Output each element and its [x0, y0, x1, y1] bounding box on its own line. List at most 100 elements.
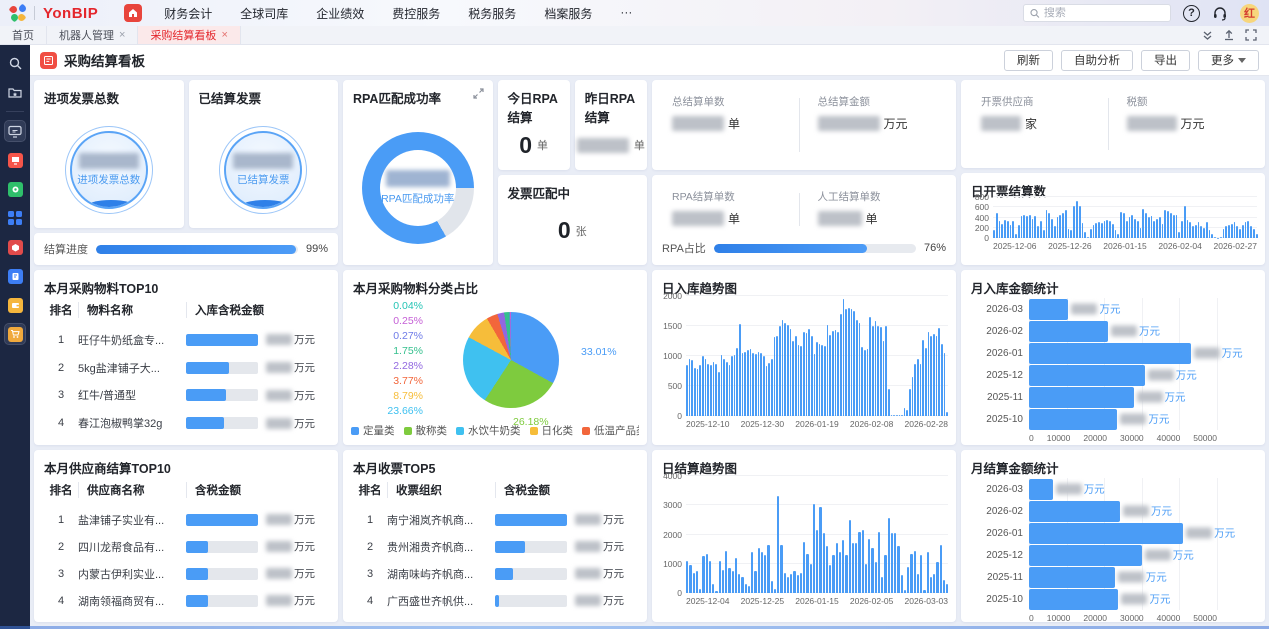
menu-item[interactable]: 企业绩效 — [316, 5, 364, 22]
left-sidebar — [0, 45, 30, 629]
menu-item[interactable]: 费控服务 — [392, 5, 440, 22]
masked-value — [1137, 392, 1163, 403]
masked-value — [1071, 304, 1097, 315]
hbar-row: 2026-03万元 — [971, 478, 1217, 500]
pie-callout: 23.66% — [369, 405, 423, 417]
masked-value — [266, 334, 292, 345]
cart-yellow-icon[interactable] — [5, 324, 25, 344]
close-tab-icon[interactable]: × — [221, 29, 227, 41]
daily-inbound-chart: 05001000150020002025-12-102025-12-302026… — [652, 270, 956, 445]
headset-icon[interactable] — [1212, 6, 1228, 21]
home-icon[interactable] — [124, 4, 142, 22]
card-invoice-matching: 发票匹配中 0张 — [498, 175, 648, 265]
grid-blue-icon[interactable] — [5, 208, 25, 228]
masked-value — [266, 568, 292, 579]
card-material-category-pie: 本月采购物料分类占比 0.04%0.25%0.27%1.75%2.28%3.77… — [343, 270, 647, 445]
divider — [34, 6, 35, 20]
collapse-tabs-icon[interactable] — [1202, 30, 1213, 41]
monthly-inbound-chart: 2026-03万元2026-02万元2026-01万元2025-12万元2025… — [961, 270, 1265, 445]
search-icon — [1030, 8, 1040, 19]
table-row[interactable]: 1南宁湘岚齐帆商...万元 — [353, 512, 637, 528]
table-row[interactable]: 2贵州湘贵齐帆商...万元 — [353, 539, 637, 555]
card-title: 今日RPA结算 — [498, 80, 570, 130]
card-today-rpa: 今日RPA结算 0单 — [498, 80, 570, 170]
self-analysis-button[interactable]: 自助分析 — [1061, 50, 1133, 71]
expand-icon[interactable] — [473, 88, 484, 99]
legend-item[interactable]: 定量类 — [351, 423, 395, 438]
legend-item[interactable]: 水饮牛奶类 — [456, 423, 521, 438]
masked-value — [386, 170, 450, 187]
monitor-red-icon[interactable] — [5, 150, 25, 170]
menu-more-icon[interactable]: ··· — [620, 5, 632, 22]
doc-blue-icon[interactable] — [5, 266, 25, 286]
masked-value — [266, 514, 292, 525]
refresh-button[interactable]: 刷新 — [1004, 50, 1053, 71]
pie-legend: 定量类散称类水饮牛奶类日化类低温产品类粮油1/2 — [351, 423, 639, 438]
card-rpa-split: RPA结算单数 单 人工结算单数 单 RPA占比 — [652, 175, 956, 265]
tab-采购结算看板[interactable]: 采购结算看板× — [138, 26, 240, 44]
hbar-row: 2025-10万元 — [971, 588, 1217, 610]
legend-item[interactable]: 日化类 — [530, 423, 574, 438]
tab-首页[interactable]: 首页 — [0, 26, 47, 44]
table-row[interactable]: 3红牛/普通型万元 — [44, 387, 328, 403]
dashboard-grid: 进项发票总数 进项发票总数 — [30, 76, 1269, 629]
table-row[interactable]: 25kg盐津铺子大...万元 — [44, 360, 328, 376]
card-title: 昨日RPA结算 — [575, 80, 647, 130]
tab-机器人管理[interactable]: 机器人管理× — [47, 26, 138, 44]
table-row[interactable]: 4广西盛世齐帆供...万元 — [353, 593, 637, 609]
legend-item[interactable]: 低温产品类 — [582, 423, 639, 438]
table-row[interactable]: 2四川龙帮食品有...万元 — [44, 539, 328, 555]
table-row[interactable]: 3内蒙古伊利实业...万元 — [44, 566, 328, 582]
global-search[interactable] — [1023, 4, 1171, 22]
card-daily-inbound: 日入库趋势图 05001000150020002025-12-102025-12… — [652, 270, 956, 445]
export-button[interactable]: 导出 — [1141, 50, 1190, 71]
masked-value — [672, 211, 724, 226]
table-row[interactable]: 3湖南味屿齐帆商...万元 — [353, 566, 637, 582]
card-supplier-tax: 开票供应商 家 税额 万元 — [961, 80, 1265, 168]
search-icon[interactable] — [5, 53, 25, 73]
wallet-yellow-icon[interactable] — [5, 295, 25, 315]
rpa-share-bar: RPA占比 76% — [652, 238, 956, 265]
settle-progress-bar: 结算进度 99% — [34, 233, 338, 265]
hbar-row: 2026-01万元 — [971, 522, 1217, 544]
hbar-row: 2025-11万元 — [971, 566, 1217, 588]
workbench-icon[interactable] — [5, 82, 25, 102]
leaf-green-icon[interactable] — [5, 179, 25, 199]
close-tab-icon[interactable]: × — [119, 29, 125, 41]
settled-invoice-gauge: 已结算发票 — [219, 126, 307, 214]
menu-item[interactable]: 税务服务 — [468, 5, 516, 22]
masked-value — [1121, 594, 1147, 605]
menu-item[interactable]: 档案服务 — [544, 5, 592, 22]
card-title: 已结算发票 — [189, 80, 339, 111]
card-title: RPA匹配成功率 — [343, 80, 493, 111]
table-row[interactable]: 1盐津铺子实业有...万元 — [44, 512, 328, 528]
materials-table: 排名物料名称入库含税金额1旺仔牛奶纸盒专...万元25kg盐津铺子大...万元3… — [34, 296, 338, 445]
fullscreen-icon[interactable] — [1245, 29, 1257, 41]
top-navigation-bar: YonBIP 财务会计全球司库企业绩效费控服务税务服务档案服务··· ? 红 — [0, 0, 1269, 26]
menu-item[interactable]: 财务会计 — [164, 5, 212, 22]
search-input[interactable] — [1044, 7, 1164, 19]
more-button[interactable]: 更多 — [1198, 50, 1259, 71]
hbar-row: 2025-12万元 — [971, 364, 1217, 386]
table-row[interactable]: 4春江泡椒鸭掌32g万元 — [44, 415, 328, 431]
card-settled-invoice: 已结算发票 已结算发票 — [189, 80, 339, 228]
help-icon[interactable]: ? — [1183, 5, 1200, 22]
card-monthly-settlement: 月结算金额统计 2026-03万元2026-02万元2026-01万元2025-… — [961, 450, 1265, 622]
table-row[interactable]: 1旺仔牛奶纸盒专...万元 — [44, 332, 328, 348]
pie-callout: 0.27% — [369, 330, 423, 342]
table-row[interactable]: 4湖南领福商贸有...万元 — [44, 593, 328, 609]
pie-callout: 2.28% — [369, 360, 423, 372]
pie-callout: 3.77% — [369, 375, 423, 387]
menu-item[interactable]: 全球司库 — [240, 5, 288, 22]
pie-callout: 33.01% — [581, 346, 617, 358]
chevron-down-icon — [1238, 58, 1246, 63]
card-daily-invoice-settlement: 日开票结算数 02004006008002025-12-062025-12-26… — [961, 173, 1265, 265]
user-avatar[interactable]: 红 — [1240, 4, 1259, 23]
dashboard-doc-icon — [40, 52, 57, 69]
card-title: 进项发票总数 — [34, 80, 184, 111]
share-up-icon[interactable] — [1223, 29, 1235, 41]
cube-red-icon[interactable] — [5, 237, 25, 257]
legend-item[interactable]: 散称类 — [404, 423, 448, 438]
board-icon[interactable] — [5, 121, 25, 141]
card-settlement-totals: 总结算单数 单 总结算金额 万元 — [652, 80, 956, 170]
